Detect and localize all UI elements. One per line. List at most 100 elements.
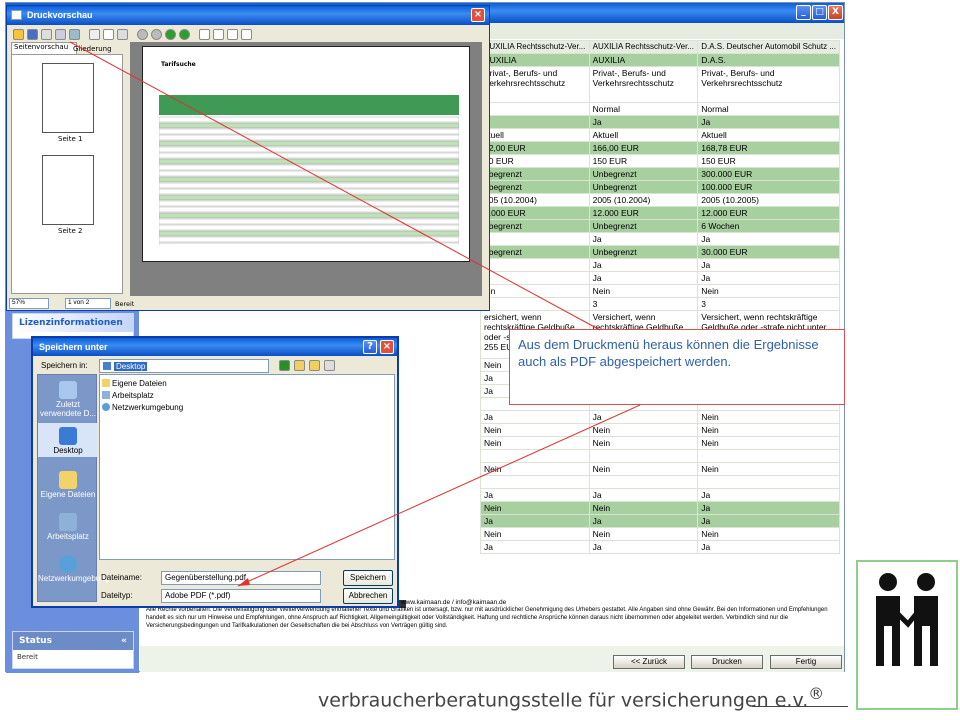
mini-table-row	[159, 212, 459, 219]
zoom-select[interactable]: 57%	[9, 298, 49, 309]
place-recent[interactable]: Zuletzt verwendete D...	[38, 379, 98, 418]
table-row: DNormalNormal	[480, 102, 840, 116]
table-header-cell[interactable]: D.A.S. Deutscher Automobil Schutz ...	[697, 40, 840, 54]
table-cell: Normal	[697, 102, 840, 116]
save-in-select[interactable]: Desktop	[99, 359, 269, 373]
filetype-select[interactable]: Adobe PDF (*.pdf)	[161, 589, 321, 603]
page-select[interactable]: 1 von 2	[65, 298, 111, 309]
mini-table-row	[159, 224, 459, 231]
table-cell: a	[480, 115, 590, 129]
save-icon[interactable]	[27, 29, 38, 40]
table-cell: Ja	[588, 232, 699, 246]
page-thumbnail-2[interactable]	[42, 155, 94, 225]
copy-icon[interactable]	[55, 29, 66, 40]
table-row: NeinNeinNein	[480, 527, 840, 541]
table-cell: Unbegrenzt	[588, 167, 699, 181]
table-cell: Privat-, Berufs- und Verkehrsrechtsschut…	[480, 66, 590, 103]
table-cell: Ja	[588, 410, 699, 424]
table-cell: AUXILIA	[588, 53, 699, 67]
place-my-computer[interactable]: Arbeitsplatz	[38, 511, 98, 541]
two-people-handshake-icon	[876, 573, 938, 666]
file-label-my-documents: Eigene Dateien	[112, 378, 167, 388]
table-cell: AUXILIA	[480, 53, 590, 67]
prev-page-icon[interactable]	[151, 29, 162, 40]
place-my-documents-label: Eigene Dateien	[40, 490, 96, 499]
back-button[interactable]: << Zurück	[613, 655, 685, 669]
save-dialog-toolbar	[279, 360, 335, 371]
next-page-icon[interactable]	[165, 29, 176, 40]
page-setup-icon[interactable]	[89, 29, 100, 40]
place-desktop[interactable]: Desktop	[38, 423, 98, 457]
place-my-documents[interactable]: Eigene Dateien	[38, 469, 98, 499]
table-cell: Nein	[697, 423, 840, 437]
table-cell: Nein	[697, 410, 840, 424]
mini-table-row	[159, 218, 459, 225]
table-row: JaJaJa	[480, 488, 840, 502]
table-cell: Ja	[588, 514, 699, 528]
mini-table-row	[159, 176, 459, 183]
close-button[interactable]: X	[828, 5, 843, 20]
list-item[interactable]: Arbeitsplatz	[102, 389, 392, 401]
table-cell: Ja	[697, 540, 840, 554]
table-cell: Unbegrenzt	[588, 219, 699, 233]
table-header-cell[interactable]: AUXILIA Rechtsschutz-Ver...	[480, 40, 590, 54]
print-setup-icon[interactable]	[103, 29, 114, 40]
status-panel-header: Status «	[13, 632, 133, 650]
table-cell: Ja	[480, 540, 590, 554]
table-cell: nbegrenzt	[480, 219, 590, 233]
new-folder-icon[interactable]	[309, 360, 320, 371]
find-icon[interactable]	[117, 29, 128, 40]
table-row: nbegrenzt Unbegrenzt 6 Wochen	[480, 219, 840, 233]
save-button[interactable]: Speichern	[343, 570, 393, 586]
refresh-icon[interactable]	[69, 29, 80, 40]
first-page-icon[interactable]	[137, 29, 148, 40]
up-folder-icon[interactable]	[294, 360, 305, 371]
table-cell: 12.000 EUR	[697, 206, 840, 220]
minimize-button[interactable]: _	[796, 5, 811, 20]
tab-page-preview[interactable]: Seitenvorschau	[11, 42, 77, 54]
single-page-icon[interactable]	[199, 29, 210, 40]
table-cell: Nein	[697, 284, 840, 298]
place-network[interactable]: Netzwerkumgebung	[38, 553, 109, 583]
table-row: 33	[480, 297, 840, 311]
save-in-label: Speichern in:	[41, 361, 88, 370]
footer-link[interactable]: www.kaimaan.de / info@kaimaan.de	[401, 599, 506, 606]
preview-close-button[interactable]: ×	[471, 8, 485, 22]
table-cell: 3	[697, 297, 840, 311]
page-thumbnail-1[interactable]	[42, 63, 94, 133]
two-pages-icon[interactable]	[213, 29, 224, 40]
four-pages-icon[interactable]	[227, 29, 238, 40]
table-row: aJaJa	[480, 232, 840, 246]
print-icon[interactable]	[41, 29, 52, 40]
collapse-icon[interactable]: «	[121, 636, 127, 646]
view-menu-icon[interactable]	[324, 360, 335, 371]
mini-table-row	[159, 242, 459, 245]
desktop-place-icon	[59, 427, 77, 445]
filename-input[interactable]: Gegenüberstellung.pdf	[161, 571, 321, 585]
place-recent-label: Zuletzt verwendete D...	[39, 400, 97, 418]
open-icon[interactable]	[13, 29, 24, 40]
done-button[interactable]: Fertig	[770, 655, 842, 669]
places-bar: Zuletzt verwendete D... Desktop Eigene D…	[37, 374, 109, 602]
table-cell: 100.000 EUR	[697, 180, 840, 194]
table-cell	[697, 449, 840, 463]
last-page-icon[interactable]	[179, 29, 190, 40]
table-cell: nbegrenzt	[480, 167, 590, 181]
multi-pages-icon[interactable]	[241, 29, 252, 40]
back-icon[interactable]	[279, 360, 290, 371]
list-item[interactable]: Eigene Dateien	[102, 377, 392, 389]
list-item[interactable]: Netzwerkumgebung	[102, 401, 392, 413]
table-header-cell[interactable]: AUXILIA Rechtsschutz-Ver...	[588, 40, 699, 54]
table-row: aJaJa	[480, 115, 840, 129]
maximize-button[interactable]: □	[812, 5, 827, 20]
table-cell: D.A.S.	[697, 53, 840, 67]
save-as-dialog: Speichern unter ? × Speichern in: Deskto…	[31, 336, 399, 608]
save-dialog-close-button[interactable]: ×	[380, 340, 394, 354]
mini-table-row	[159, 200, 459, 207]
save-in-value: Desktop	[114, 361, 148, 371]
print-button[interactable]: Drucken	[691, 655, 763, 669]
table-cell	[480, 475, 590, 489]
cancel-button[interactable]: Abbrechen	[343, 588, 393, 604]
help-button[interactable]: ?	[363, 340, 377, 354]
mini-table-row	[159, 134, 459, 141]
